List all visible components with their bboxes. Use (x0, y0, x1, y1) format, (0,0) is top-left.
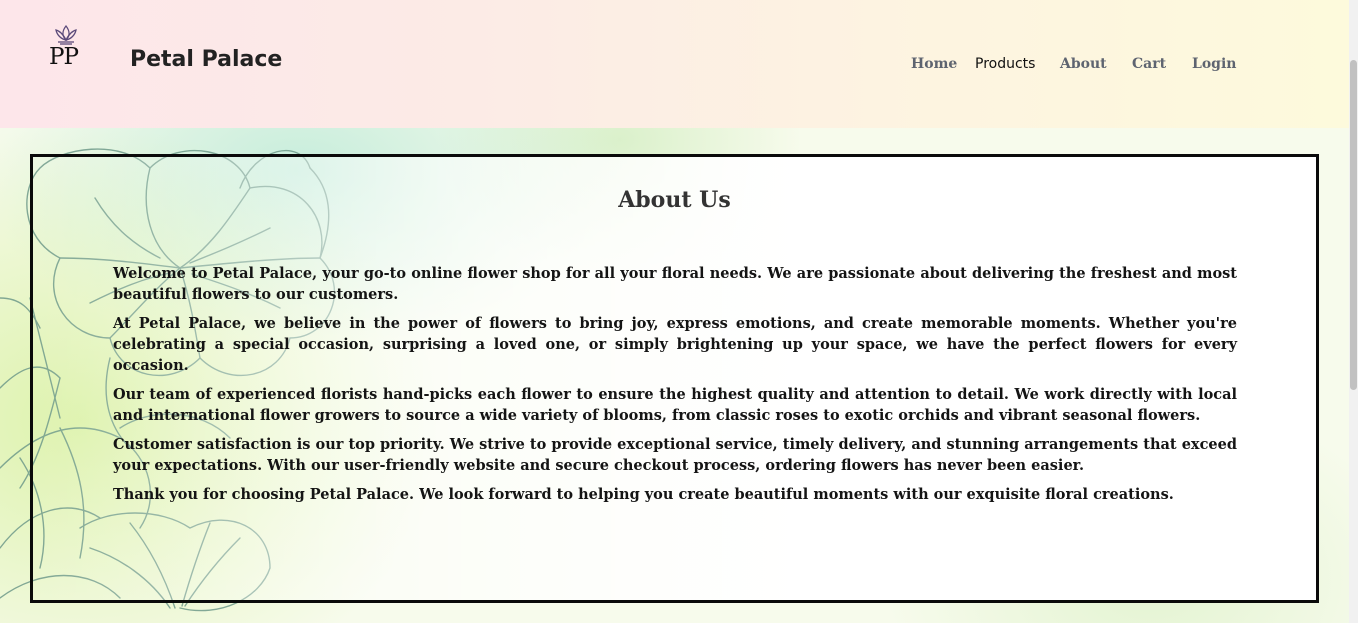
nav-cart[interactable]: Cart (1132, 56, 1166, 72)
site-header: PP Petal Palace Home Products About Cart… (0, 0, 1349, 128)
about-copy: Welcome to Petal Palace, your go-to onli… (113, 263, 1237, 513)
about-paragraph: Customer satisfaction is our top priorit… (113, 436, 1237, 474)
about-paragraph: At Petal Palace, we believe in the power… (113, 315, 1237, 374)
nav-login[interactable]: Login (1192, 56, 1236, 72)
nav-products[interactable]: Products (975, 56, 1035, 72)
site-logo[interactable]: PP (44, 24, 88, 72)
scrollbar-thumb[interactable] (1350, 60, 1357, 390)
about-paragraph: Thank you for choosing Petal Palace. We … (113, 486, 1174, 503)
brand-name[interactable]: Petal Palace (130, 47, 282, 72)
about-panel: About Us Welcome to Petal Palace, your g… (30, 154, 1319, 603)
about-paragraph: Our team of experienced florists hand-pi… (113, 386, 1237, 424)
page-title: About Us (618, 187, 731, 213)
lotus-crown-icon (55, 24, 77, 45)
logo-monogram: PP (49, 44, 79, 70)
about-paragraph: Welcome to Petal Palace, your go-to onli… (113, 265, 1237, 303)
page-scrollbar[interactable] (1349, 0, 1358, 623)
nav-home[interactable]: Home (911, 56, 957, 72)
nav-about[interactable]: About (1060, 56, 1107, 72)
